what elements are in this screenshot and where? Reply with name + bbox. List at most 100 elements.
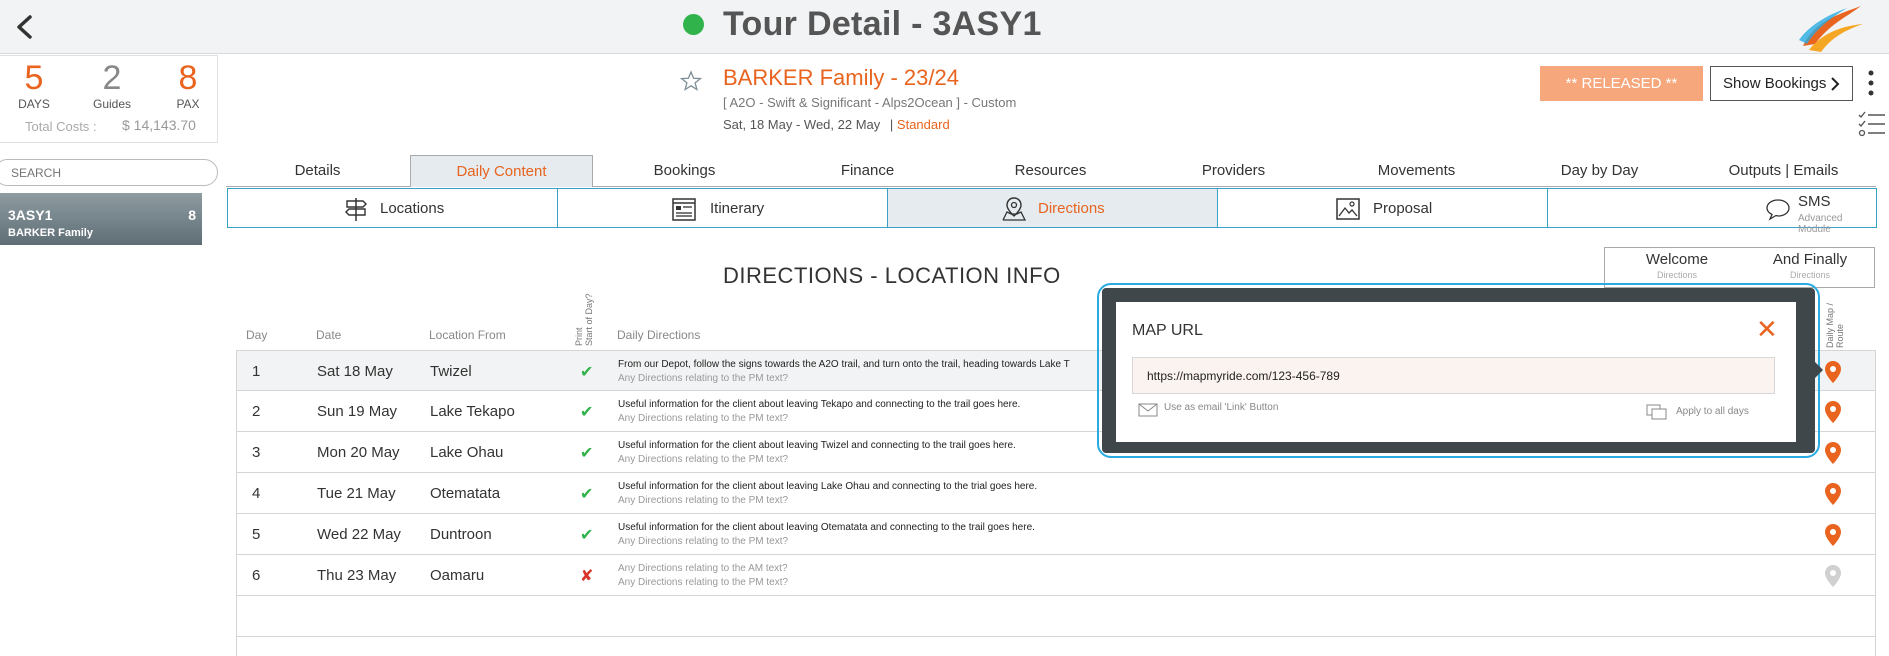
col-header-map-line1: Daily Map / (1825, 302, 1835, 348)
print-check-icon[interactable]: ✔ (580, 443, 593, 463)
map-url-input[interactable] (1132, 357, 1775, 394)
print-check-icon[interactable]: ✔ (580, 525, 593, 545)
subtab-locations[interactable]: Locations (228, 189, 558, 227)
map-pin-icon[interactable] (1824, 523, 1842, 547)
table-row[interactable]: 4 Tue 21 May Otematata ✔ Useful informat… (236, 473, 1876, 514)
row-directions-pm[interactable]: Any Directions relating to the PM text? (618, 373, 788, 384)
envelope-icon (1138, 403, 1158, 417)
print-cross-icon[interactable]: ✘ (580, 566, 593, 586)
row-directions-am[interactable]: Useful information for the client about … (618, 522, 1035, 533)
row-directions-pm[interactable]: Any Directions relating to the PM text? (618, 536, 788, 547)
guides-value: 2 (102, 59, 122, 97)
row-location: Twizel (430, 363, 472, 380)
total-costs-label: Total Costs : (25, 119, 97, 134)
map-pin-icon[interactable] (1824, 482, 1842, 506)
tab-bookings[interactable]: Bookings (593, 155, 776, 187)
tab-day-by-day[interactable]: Day by Day (1508, 155, 1691, 187)
table-row[interactable]: 5 Wed 22 May Duntroon ✔ Useful informati… (236, 514, 1876, 555)
guides-label: Guides (92, 97, 132, 111)
apply-to-all-days-button[interactable]: Apply to all days (1646, 404, 1749, 420)
row-date: Thu 23 May (317, 567, 397, 584)
close-icon[interactable]: ✕ (1756, 316, 1778, 342)
welcome-directions-button[interactable]: Welcome Directions (1617, 251, 1737, 280)
print-check-icon[interactable]: ✔ (580, 402, 593, 422)
welcome-label: Welcome (1645, 251, 1709, 268)
page-title: Tour Detail - 3ASY1 (723, 5, 1042, 43)
more-options-icon[interactable] (1866, 70, 1876, 96)
company-logo (1799, 6, 1863, 52)
top-bar: Tour Detail - 3ASY1 (0, 0, 1889, 54)
total-costs-value: $ 14,143.70 (122, 117, 196, 133)
subtab-sms-sublabel: Advanced Module (1798, 213, 1843, 235)
tab-details[interactable]: Details (226, 155, 409, 187)
col-header-daily-directions: Daily Directions (617, 328, 701, 342)
back-arrow-icon[interactable] (10, 12, 40, 42)
row-day: 4 (252, 485, 261, 502)
map-pin-icon[interactable] (1824, 360, 1842, 384)
row-directions-pm[interactable]: Any Directions relating to the PM text? (618, 413, 788, 424)
col-header-print-line2: Start of Day? (584, 293, 594, 346)
col-header-location-from: Location From (429, 328, 506, 342)
row-day: 2 (252, 403, 261, 420)
table-row[interactable]: 6 Thu 23 May Oamaru ✘ Any Directions rel… (236, 555, 1876, 596)
tour-pax-count: 8 (188, 207, 196, 223)
row-date: Tue 21 May (317, 485, 396, 502)
tour-name: BARKER Family - 23/24 (723, 65, 959, 90)
tab-daily-content[interactable]: Daily Content (410, 155, 593, 187)
row-directions-am[interactable]: Useful information for the client about … (618, 399, 1020, 410)
print-check-icon[interactable]: ✔ (580, 362, 593, 382)
map-pin-icon[interactable] (1824, 441, 1842, 465)
favorite-star-icon[interactable] (680, 70, 702, 92)
sub-tab-bar: Locations Itinerary Directions Proposal (227, 188, 1877, 235)
tour-summary: 5 DAYS 2 Guides 8 PAX Total Costs : $ 14… (0, 55, 218, 143)
welcome-sublabel: Directions (1656, 270, 1697, 280)
tab-providers[interactable]: Providers (1142, 155, 1325, 187)
subtab-directions[interactable]: Directions (888, 189, 1218, 227)
subtab-sms-label: SMS (1798, 193, 1831, 210)
row-directions-pm[interactable]: Any Directions relating to the PM text? (618, 495, 788, 506)
tour-client-name: BARKER Family (8, 227, 93, 239)
row-day: 5 (252, 526, 261, 543)
row-date: Sat 18 May (317, 363, 393, 380)
subtab-locations-label: Locations (380, 200, 445, 217)
row-directions-pm[interactable]: Any Directions relating to the PM text? (618, 577, 788, 588)
and-finally-label: And Finally (1772, 251, 1848, 268)
tab-resources[interactable]: Resources (959, 155, 1142, 187)
use-as-email-link-toggle[interactable]: Use as email 'Link' Button (1138, 402, 1278, 417)
show-bookings-label: Show Bookings (1723, 75, 1827, 92)
row-location: Otematata (430, 485, 501, 502)
tour-date-range: Sat, 18 May - Wed, 22 May (723, 117, 881, 132)
row-location: Lake Ohau (430, 444, 504, 461)
pax-value: 8 (178, 59, 198, 97)
row-directions-am[interactable]: Any Directions relating to the AM text? (618, 563, 788, 574)
map-url-dialog: MAP URL ✕ Use as email 'Link' Button App… (1116, 302, 1796, 442)
row-directions-am[interactable]: From our Depot, follow the signs towards… (618, 359, 1070, 370)
print-check-icon[interactable]: ✔ (580, 484, 593, 504)
row-directions-pm[interactable]: Any Directions relating to the PM text? (618, 454, 788, 465)
row-directions-am[interactable]: Useful information for the client about … (618, 481, 1037, 492)
days-value: 5 (24, 59, 44, 97)
subtab-proposal[interactable]: Proposal (1218, 189, 1548, 227)
row-directions-am[interactable]: Useful information for the client about … (618, 440, 1016, 451)
map-pin-icon[interactable] (1824, 400, 1842, 424)
search-input[interactable] (0, 159, 218, 186)
released-status-button[interactable]: ** RELEASED ** (1540, 66, 1703, 101)
subtab-sms[interactable]: SMS Advanced Module (1548, 189, 1876, 235)
checklist-icon[interactable] (1858, 110, 1886, 138)
col-header-day: Day (246, 328, 268, 342)
tour-list-item[interactable]: 3ASY1 8 BARKER Family (0, 193, 202, 245)
row-date: Sun 19 May (317, 403, 398, 420)
guides-stat: 2 Guides (82, 59, 142, 111)
and-finally-directions-button[interactable]: And Finally Directions (1750, 251, 1870, 280)
table-row-empty (236, 637, 1876, 656)
tab-finance[interactable]: Finance (776, 155, 959, 187)
subtab-itinerary-label: Itinerary (710, 200, 765, 217)
tab-movements[interactable]: Movements (1325, 155, 1508, 187)
map-pin-icon[interactable] (1824, 564, 1842, 588)
row-day: 1 (252, 363, 261, 380)
show-bookings-button[interactable]: Show Bookings (1710, 66, 1853, 101)
tab-outputs-emails[interactable]: Outputs | Emails (1691, 155, 1876, 187)
pax-stat: 8 PAX (158, 59, 218, 111)
subtab-itinerary[interactable]: Itinerary (558, 189, 888, 227)
apply-to-all-days-label: Apply to all days (1676, 406, 1749, 417)
